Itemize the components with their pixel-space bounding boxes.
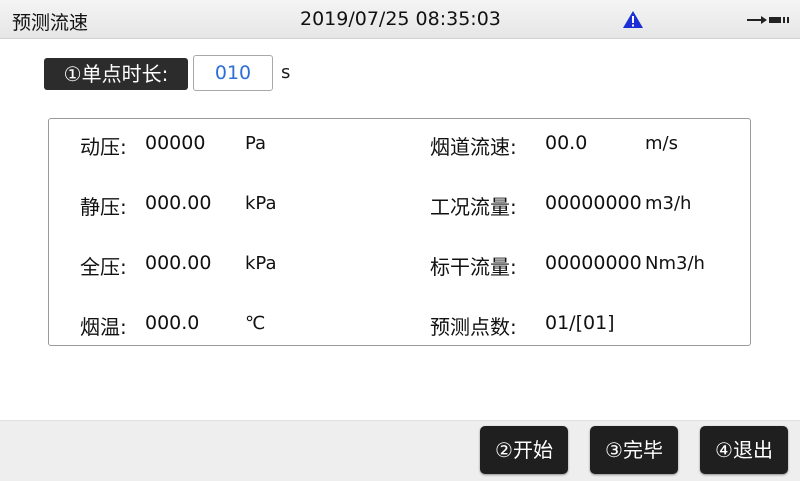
- standard-dry-flow-label: 标干流量:: [430, 255, 517, 279]
- flue-velocity-value: 00.0: [545, 132, 588, 154]
- total-pressure-value: 000.00: [145, 252, 212, 274]
- total-pressure-unit: kPa: [245, 253, 277, 274]
- datetime-display: 2019/07/25 08:35:03: [300, 8, 501, 30]
- standard-dry-flow-value: 00000000: [545, 252, 642, 274]
- static-pressure-value: 000.00: [145, 192, 212, 214]
- working-flow-value: 00000000: [545, 192, 642, 214]
- static-pressure-unit: kPa: [245, 193, 277, 214]
- dynamic-pressure-value: 00000: [145, 132, 206, 154]
- dynamic-pressure-label: 动压:: [80, 135, 127, 159]
- static-pressure-label: 静压:: [80, 195, 127, 219]
- flue-velocity-unit: m/s: [645, 133, 678, 154]
- dynamic-pressure-unit: Pa: [245, 133, 267, 154]
- duration-input[interactable]: [193, 55, 273, 91]
- predict-points-value: 01/[01]: [545, 312, 615, 334]
- working-flow-unit: m3/h: [645, 193, 692, 214]
- flue-temp-unit: ℃: [245, 313, 266, 334]
- working-flow-label: 工况流量:: [430, 195, 517, 219]
- total-pressure-label: 全压:: [80, 255, 127, 279]
- finish-button[interactable]: ③完毕: [590, 426, 678, 474]
- flue-velocity-label: 烟道流速:: [430, 135, 517, 159]
- flue-temp-label: 烟温:: [80, 315, 127, 339]
- predict-points-label: 预测点数:: [430, 315, 517, 339]
- start-button[interactable]: ②开始: [480, 426, 568, 474]
- warning-triangle-icon[interactable]: [622, 10, 644, 29]
- standard-dry-flow-unit: Nm3/h: [645, 253, 705, 274]
- bottom-bar: [0, 420, 800, 481]
- flue-temp-value: 000.0: [145, 312, 200, 334]
- duration-unit: s: [281, 62, 291, 83]
- exit-button[interactable]: ④退出: [700, 426, 788, 474]
- page-title: 预测流速: [12, 12, 89, 34]
- duration-label: ①单点时长:: [44, 58, 188, 90]
- usb-icon: [747, 16, 789, 24]
